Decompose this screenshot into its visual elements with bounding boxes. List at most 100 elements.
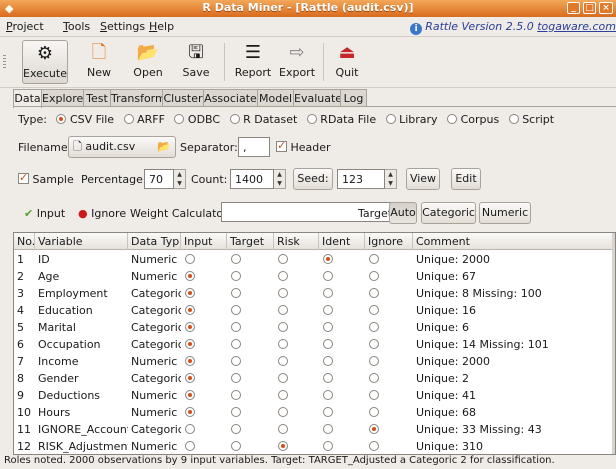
role-radio-ident[interactable] (319, 438, 365, 454)
role-radio-risk[interactable] (274, 251, 319, 268)
percentage-spinner[interactable]: ▲ ▼ (174, 169, 186, 189)
role-radio-risk[interactable] (274, 268, 319, 285)
target-auto-button[interactable]: Auto (389, 202, 417, 224)
column-header[interactable]: Target (227, 233, 274, 250)
target-numeric-button[interactable]: Numeric (479, 202, 531, 224)
role-radio-input[interactable] (181, 370, 227, 387)
tab-transform[interactable]: Transform (110, 89, 166, 107)
role-radio-target[interactable] (227, 387, 274, 404)
table-row[interactable]: 7 Income Numeric Unique: 2000 (14, 353, 615, 370)
role-radio-risk[interactable] (274, 438, 319, 454)
menu-settings[interactable]: Settings (100, 20, 145, 33)
radio-script[interactable]: Script (508, 113, 554, 126)
role-radio-target[interactable] (227, 285, 274, 302)
toolbar-grip[interactable] (3, 55, 6, 69)
role-radio-target[interactable] (227, 302, 274, 319)
table-row[interactable]: 3 Employment Categoric Unique: 8 Missing: 1… (14, 285, 615, 302)
role-radio-risk[interactable] (274, 285, 319, 302)
tab-cluster[interactable]: Cluster (162, 89, 204, 107)
sample-checkbox[interactable]: Sample (18, 171, 74, 186)
ignore-role-button[interactable]: ● Ignore (78, 207, 126, 220)
role-radio-input[interactable] (181, 438, 227, 454)
role-radio-ignore[interactable] (365, 268, 413, 285)
role-radio-risk[interactable] (274, 421, 319, 438)
role-radio-risk[interactable] (274, 404, 319, 421)
role-radio-ident[interactable] (319, 302, 365, 319)
radio-corpus[interactable]: Corpus (447, 113, 499, 126)
role-radio-ignore[interactable] (365, 285, 413, 302)
role-radio-target[interactable] (227, 370, 274, 387)
tab-evaluate[interactable]: Evaluate (293, 89, 342, 107)
role-radio-input[interactable] (181, 302, 227, 319)
new-button[interactable]: 🗋 New (82, 40, 116, 84)
role-radio-input[interactable] (181, 336, 227, 353)
radio-library[interactable]: Library (385, 113, 438, 126)
header-checkbox[interactable]: Header (276, 139, 331, 154)
togaware-link[interactable]: togaware.com (537, 20, 616, 33)
role-radio-target[interactable] (227, 404, 274, 421)
menu-tools[interactable]: Tools (63, 20, 90, 33)
role-radio-ident[interactable] (319, 421, 365, 438)
role-radio-ident[interactable] (319, 268, 365, 285)
column-header[interactable]: Data Type (128, 233, 181, 250)
count-input[interactable]: 1400 (230, 169, 274, 189)
seed-button[interactable]: Seed: (293, 168, 333, 190)
role-radio-input[interactable] (181, 251, 227, 268)
role-radio-ident[interactable] (319, 404, 365, 421)
role-radio-risk[interactable] (274, 387, 319, 404)
quit-button[interactable]: ⏏ Quit (331, 40, 363, 84)
role-radio-target[interactable] (227, 353, 274, 370)
role-radio-ignore[interactable] (365, 387, 413, 404)
table-row[interactable]: 8 Gender Categoric Unique: 2 (14, 370, 615, 387)
column-header[interactable]: Comment (413, 233, 614, 250)
role-radio-risk[interactable] (274, 319, 319, 336)
role-radio-target[interactable] (227, 251, 274, 268)
role-radio-ident[interactable] (319, 370, 365, 387)
tab-model[interactable]: Model (257, 89, 294, 107)
menu-help[interactable]: Help (149, 20, 174, 33)
separator-input[interactable]: , (238, 137, 270, 157)
view-button[interactable]: View (406, 168, 440, 190)
role-radio-target[interactable] (227, 421, 274, 438)
role-radio-ident[interactable] (319, 319, 365, 336)
table-row[interactable]: 4 Education Categoric Unique: 16 (14, 302, 615, 319)
table-row[interactable]: 10 Hours Numeric Unique: 68 (14, 404, 615, 421)
table-row[interactable]: 12 RISK_Adjustment Numeric Unique: 310 (14, 438, 615, 454)
role-radio-ident[interactable] (319, 336, 365, 353)
radio-r-dataset[interactable]: R Dataset (229, 113, 297, 126)
tab-explore[interactable]: Explore (41, 89, 84, 107)
table-row[interactable]: 1 ID Numeric Unique: 2000 (14, 251, 615, 268)
column-header[interactable]: No. (14, 233, 35, 250)
column-header[interactable]: Input (181, 233, 227, 250)
table-row[interactable]: 9 Deductions Numeric Unique: 41 (14, 387, 615, 404)
role-radio-risk[interactable] (274, 370, 319, 387)
role-radio-ident[interactable] (319, 353, 365, 370)
filename-chooser[interactable]: 🗋 audit.csv 📂 (68, 136, 176, 158)
role-radio-input[interactable] (181, 421, 227, 438)
role-radio-target[interactable] (227, 336, 274, 353)
radio-rdata-file[interactable]: RData File (306, 113, 376, 126)
role-radio-input[interactable] (181, 404, 227, 421)
column-header[interactable]: Ident (319, 233, 365, 250)
role-radio-target[interactable] (227, 268, 274, 285)
close-button[interactable]: × (599, 2, 613, 14)
minimize-button[interactable]: _ (567, 2, 580, 14)
role-radio-risk[interactable] (274, 353, 319, 370)
menu-project[interactable]: Project (6, 20, 44, 33)
table-row[interactable]: 11 IGNORE_Accounts Categoric Unique: 33 Mis… (14, 421, 615, 438)
edit-button[interactable]: Edit (451, 168, 481, 190)
radio-csv-file[interactable]: CSV File (56, 113, 114, 126)
tab-associate[interactable]: Associate (203, 89, 258, 107)
maximize-button[interactable]: □ (583, 2, 596, 14)
role-radio-ignore[interactable] (365, 319, 413, 336)
role-radio-ignore[interactable] (365, 404, 413, 421)
role-radio-ignore[interactable] (365, 370, 413, 387)
role-radio-input[interactable] (181, 285, 227, 302)
role-radio-input[interactable] (181, 387, 227, 404)
role-radio-target[interactable] (227, 438, 274, 454)
role-radio-input[interactable] (181, 319, 227, 336)
save-button[interactable]: 🖫 Save (179, 40, 213, 84)
input-role-button[interactable]: ✔ Input (24, 207, 65, 220)
role-radio-ident[interactable] (319, 285, 365, 302)
radio-odbc[interactable]: ODBC (174, 113, 220, 126)
